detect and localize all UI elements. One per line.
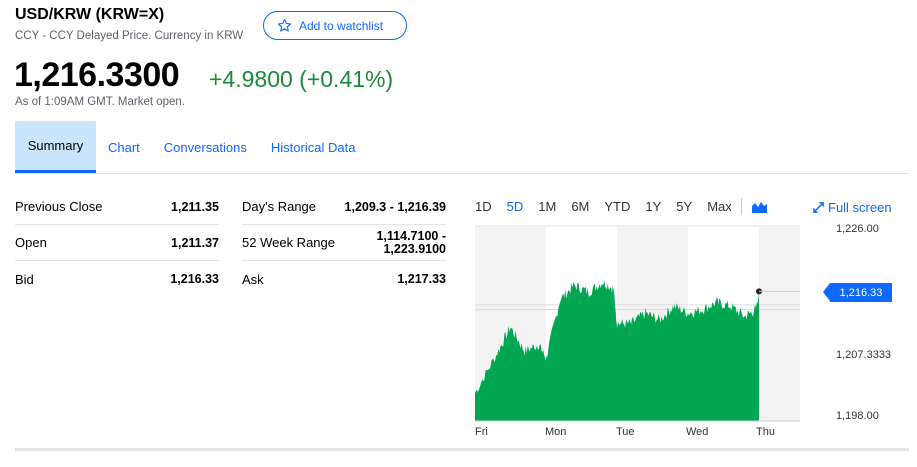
range-5y[interactable]: 5Y [676, 199, 692, 214]
table-row: Day's Range 1,209.3 - 1,216.39 [242, 189, 446, 225]
full-screen-label: Full screen [828, 200, 892, 215]
stat-label: Bid [15, 271, 34, 287]
table-row: Open 1,211.37 [15, 225, 219, 261]
tab-historical-data[interactable]: Historical Data [271, 121, 356, 173]
stat-label: 52 Week Range [242, 235, 335, 250]
stat-label: Ask [242, 271, 264, 287]
section-divider [15, 448, 909, 451]
range-divider [741, 198, 742, 215]
range-1d[interactable]: 1D [475, 199, 492, 214]
current-price-flag: 1,216.33 [823, 283, 892, 302]
tab-summary[interactable]: Summary [15, 121, 96, 173]
range-max[interactable]: Max [707, 199, 732, 214]
x-tick-label: Fri [475, 426, 488, 438]
stat-value-line: 1,223.9100 [383, 241, 446, 256]
stat-value: 1,211.37 [171, 235, 219, 250]
stat-label: Previous Close [15, 199, 103, 214]
range-5d[interactable]: 5D [507, 199, 524, 214]
mountain-chart-icon[interactable] [752, 199, 767, 213]
quote-title: USD/KRW (KRW=X) [15, 6, 165, 23]
table-row: Bid 1,216.33 [15, 261, 219, 297]
stat-value-line: 1,114.7100 - [376, 228, 446, 243]
stat-label: Open [15, 235, 47, 250]
range-6m[interactable]: 6M [571, 199, 589, 214]
current-price: 1,216.3300 [14, 56, 180, 94]
star-icon [277, 19, 292, 32]
stat-value: 1,211.35 [171, 199, 219, 214]
stat-value: 1,216.33 [170, 272, 219, 286]
x-tick-label: Wed [686, 426, 709, 438]
quote-subtitle: CCY - CCY Delayed Price. Currency in KRW [15, 30, 244, 42]
add-to-watchlist-button[interactable]: Add to watchlist [263, 11, 407, 40]
table-row: Ask 1,217.33 [242, 261, 446, 297]
x-tick-label: Tue [616, 426, 635, 438]
y-tick-label: 1,207.3333 [836, 349, 892, 361]
stat-value: 1,217.33 [397, 272, 446, 286]
table-row: 52 Week Range 1,114.7100 - 1,223.9100 [242, 225, 446, 261]
stat-value: 1,114.7100 - 1,223.9100 [376, 228, 446, 256]
x-tick-label: Thu [756, 426, 775, 438]
tab-chart[interactable]: Chart [108, 121, 140, 173]
stats-table-right: Day's Range 1,209.3 - 1,216.39 52 Week R… [242, 189, 446, 297]
range-ytd[interactable]: YTD [604, 199, 630, 214]
day-band [759, 226, 800, 421]
expand-icon [813, 202, 824, 213]
range-selector: 1D 5D 1M 6M YTD 1Y 5Y Max [475, 199, 732, 214]
range-1y[interactable]: 1Y [645, 199, 661, 214]
stat-label: Day's Range [242, 199, 317, 214]
price-change: +4.9800 (+0.41%) [209, 66, 394, 92]
y-tick-label: 1,226.00 [836, 223, 879, 235]
tabs-divider [15, 173, 909, 174]
range-1m[interactable]: 1M [538, 199, 556, 214]
watchlist-label: Add to watchlist [299, 18, 384, 33]
stat-value: 1,209.3 - 1,216.39 [344, 199, 446, 214]
tab-conversations[interactable]: Conversations [164, 121, 247, 173]
table-row: Previous Close 1,211.35 [15, 189, 219, 225]
quote-tabs: Summary Chart Conversations Historical D… [15, 121, 355, 173]
stats-table-left: Previous Close 1,211.35 Open 1,211.37 Bi… [15, 189, 219, 297]
y-tick-label: 1,198.00 [836, 410, 879, 422]
price-chart[interactable] [470, 218, 830, 448]
as-of-timestamp: As of 1:09AM GMT. Market open. [15, 96, 186, 108]
full-screen-button[interactable]: Full screen [813, 200, 892, 215]
x-tick-label: Mon [545, 426, 567, 438]
